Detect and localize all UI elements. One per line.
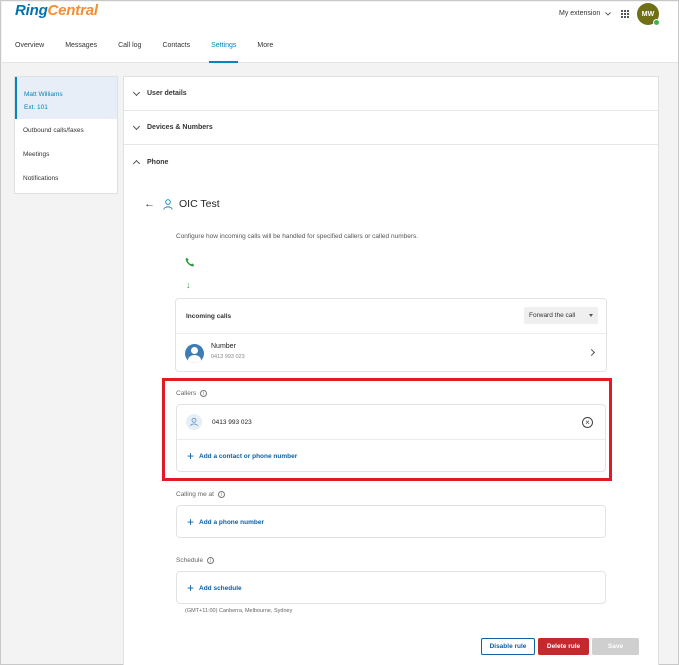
sidebar-item-meetings[interactable]: Meetings [15, 143, 117, 167]
add-schedule-button[interactable]: + Add schedule [177, 572, 605, 604]
section-phone[interactable]: Phone [124, 145, 658, 179]
section-user-details[interactable]: User details [124, 77, 658, 111]
tab-contacts[interactable]: Contacts [162, 42, 190, 62]
chevron-down-icon [132, 122, 141, 130]
disable-rule-button[interactable]: Disable rule [481, 638, 535, 655]
chevron-right-icon [587, 348, 596, 357]
rule-title: OIC Test [179, 198, 220, 210]
caret-down-icon [589, 314, 593, 317]
phone-icon [185, 257, 195, 267]
number-value: 0413 993 023 [211, 354, 245, 360]
section-devices-numbers[interactable]: Devices & Numbers [124, 111, 658, 145]
chevron-down-icon [132, 88, 141, 96]
main-nav: Overview Messages Call log Contacts Sett… [15, 42, 294, 63]
number-row[interactable]: Number 0413 993 023 [176, 334, 606, 372]
my-extension-label: My extension [559, 10, 601, 17]
section-phone-label: Phone [147, 158, 169, 166]
incoming-calls-card: Incoming calls Forward the call Number 0… [175, 298, 607, 372]
info-icon[interactable]: i [207, 557, 215, 564]
avatar-initials: MW [641, 10, 655, 18]
rule-header: ← OIC Test [144, 198, 220, 210]
schedule-label-row: Schedule i [176, 557, 215, 564]
save-button[interactable]: Save [592, 638, 639, 655]
presence-status-icon [653, 19, 660, 26]
sidebar-item-notifications[interactable]: Notifications [15, 167, 117, 191]
ringcentral-logo[interactable]: RingCentral [15, 2, 98, 19]
plus-icon: + [187, 515, 195, 529]
logo-ring: Ring [15, 2, 48, 19]
delete-rule-button[interactable]: Delete rule [538, 638, 589, 655]
incoming-calls-row: Incoming calls Forward the call [176, 299, 606, 334]
settings-main-panel: User details Devices & Numbers Phone ← O… [123, 76, 659, 665]
rule-description: Configure how incoming calls will be han… [176, 233, 419, 240]
user-avatar[interactable]: MW [637, 3, 660, 26]
call-action-value: Forward the call [529, 312, 576, 319]
tab-more[interactable]: More [257, 42, 273, 62]
info-icon[interactable]: i [217, 491, 225, 498]
tab-messages[interactable]: Messages [65, 42, 97, 62]
my-extension-menu[interactable]: My extension [559, 10, 612, 17]
back-arrow-icon[interactable]: ← [144, 198, 155, 210]
tab-settings[interactable]: Settings [209, 42, 239, 63]
contact-avatar-icon [185, 344, 204, 363]
add-schedule-label: Add schedule [199, 584, 242, 592]
call-action-select[interactable]: Forward the call [524, 307, 598, 324]
schedule-label: Schedule [176, 557, 204, 564]
arrow-down-icon: ↓ [186, 280, 191, 290]
section-devices-numbers-label: Devices & Numbers [147, 124, 213, 131]
settings-sidebar: Matt Williams Ext. 101 Outbound calls/fa… [14, 76, 118, 194]
user-outline-icon [163, 198, 173, 210]
tab-overview[interactable]: Overview [15, 42, 44, 62]
app-grid-icon[interactable] [621, 10, 629, 18]
calling-me-at-label-row: Calling me at i [176, 491, 225, 498]
add-phone-number-label: Add a phone number [199, 518, 265, 526]
section-user-details-label: User details [147, 90, 187, 97]
tab-call-log[interactable]: Call log [118, 42, 141, 62]
chevron-up-icon [132, 159, 141, 168]
incoming-calls-label: Incoming calls [186, 312, 232, 320]
top-bar: RingCentral My extension MW Overview Mes… [2, 2, 678, 63]
calling-me-at-card: + Add a phone number [176, 505, 606, 538]
sidebar-user-ext: Ext. 101 [24, 104, 48, 111]
calling-me-at-label: Calling me at [176, 491, 214, 498]
schedule-card: + Add schedule [176, 571, 606, 604]
number-label: Number [211, 343, 236, 350]
sidebar-user-name: Matt Williams [24, 91, 63, 98]
timezone-text: (GMT+11:00) Canberra, Melbourne, Sydney [185, 608, 293, 614]
sidebar-item-outbound-calls[interactable]: Outbound calls/faxes [15, 119, 117, 143]
callers-highlight-box [162, 378, 612, 481]
sidebar-item-user[interactable]: Matt Williams Ext. 101 [15, 77, 117, 119]
add-phone-number-button[interactable]: + Add a phone number [177, 506, 605, 538]
app-frame: RingCentral My extension MW Overview Mes… [0, 0, 679, 665]
logo-central: Central [47, 2, 98, 19]
chevron-down-icon [605, 11, 612, 16]
plus-icon: + [187, 581, 195, 595]
